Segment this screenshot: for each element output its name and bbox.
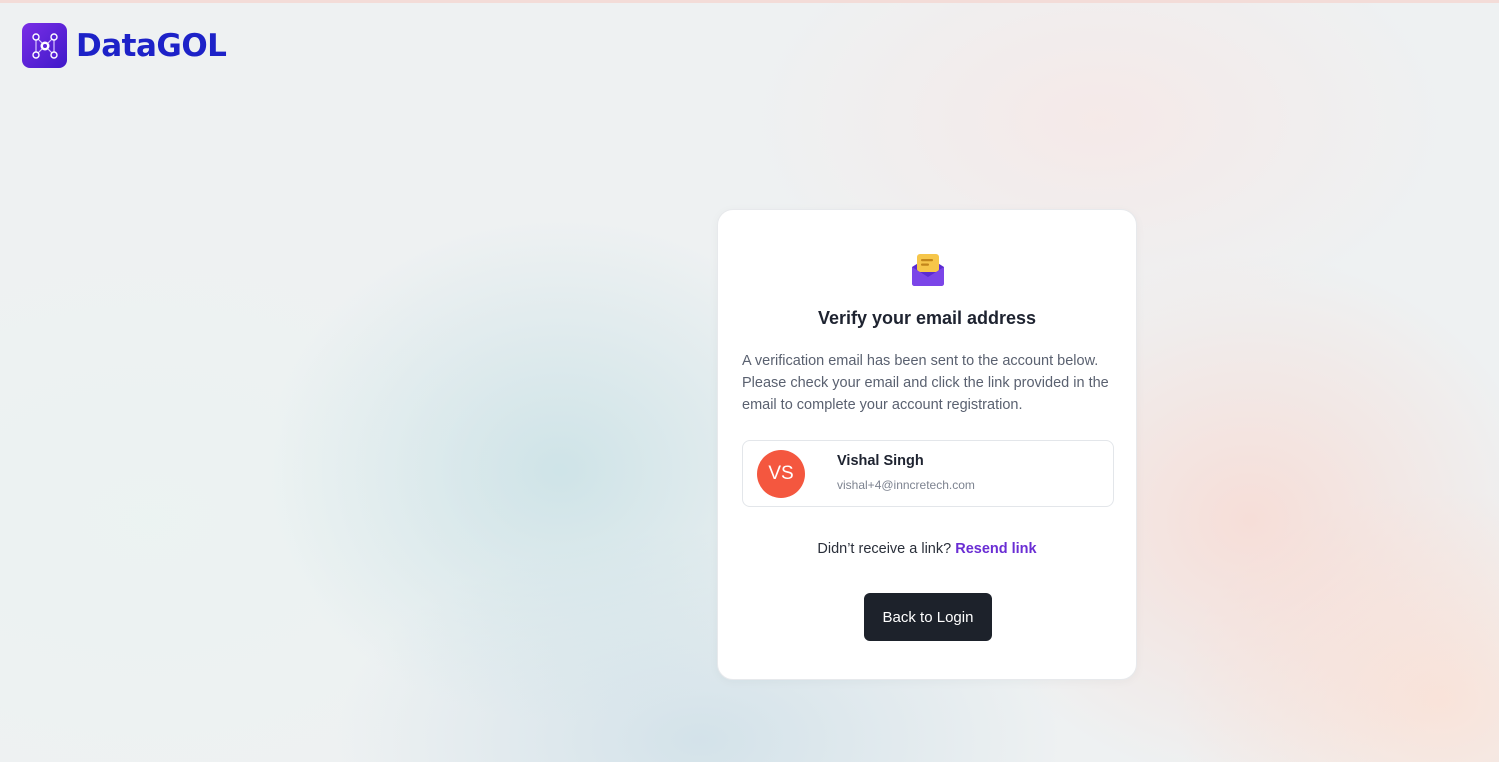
user-name: Vishal Singh bbox=[837, 453, 924, 469]
resend-link[interactable]: Resend link bbox=[955, 541, 1036, 557]
card-title: Verify your email address bbox=[817, 308, 1037, 328]
top-border-line bbox=[0, 0, 1499, 3]
brand-name: DataGOL bbox=[76, 27, 227, 64]
card-description: A verification email has been sent to th… bbox=[742, 353, 1109, 413]
open-envelope-icon bbox=[910, 252, 946, 288]
brand-logo[interactable]: DataGOL bbox=[22, 23, 227, 68]
back-to-login-button[interactable]: Back to Login bbox=[864, 593, 992, 641]
user-account-box: VS Vishal Singh vishal+4@inncretech.com bbox=[742, 440, 1114, 507]
avatar: VS bbox=[757, 450, 805, 498]
resend-prompt: Didn’t receive a link? bbox=[817, 541, 956, 557]
network-nodes-icon bbox=[22, 23, 67, 68]
resend-row: Didn’t receive a link? Resend link bbox=[718, 541, 1136, 557]
user-email: vishal+4@inncretech.com bbox=[837, 478, 975, 492]
verify-email-card: Verify your email address A verification… bbox=[717, 209, 1137, 680]
